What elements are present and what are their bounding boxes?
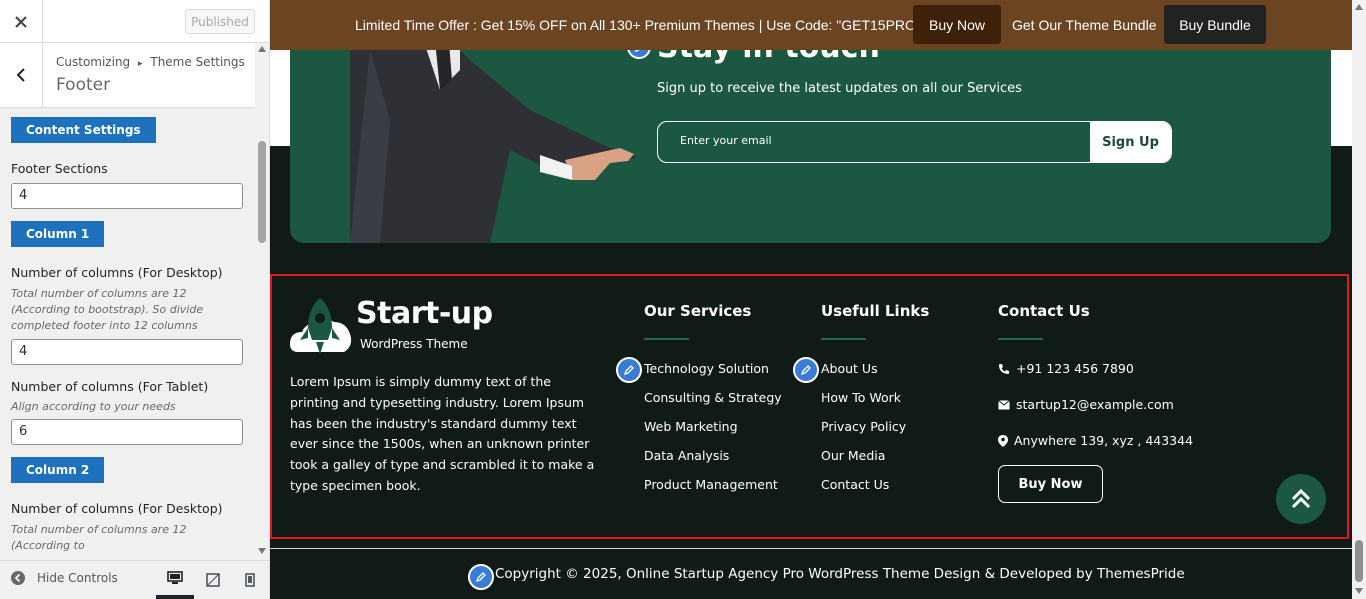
desktop-icon xyxy=(167,571,183,584)
device-tablet-button[interactable] xyxy=(194,561,232,599)
email-input[interactable]: Enter your email xyxy=(680,134,772,147)
location-pin-icon xyxy=(998,434,1008,447)
scroll-down-arrow-icon[interactable] xyxy=(1355,588,1363,594)
mobile-icon xyxy=(245,573,255,587)
tablet-icon xyxy=(206,573,220,587)
footer-link[interactable]: How To Work xyxy=(821,390,901,405)
close-customizer-button[interactable] xyxy=(0,0,43,43)
promo-text: Limited Time Offer : Get 15% OFF on All … xyxy=(355,17,921,33)
sidebar-scrollbar[interactable] xyxy=(255,43,269,560)
promo-bar: Limited Time Offer : Get 15% OFF on All … xyxy=(270,0,1352,50)
newsletter-subheading: Sign up to receive the latest updates on… xyxy=(657,81,1022,96)
scroll-up-arrow-icon[interactable] xyxy=(258,46,266,52)
newsletter-section: Stay in touch Sign up to receive the lat… xyxy=(290,30,1331,243)
device-mobile-button[interactable] xyxy=(231,561,269,599)
content-settings-button[interactable]: Content Settings xyxy=(11,117,156,143)
edit-shortcut-icon[interactable] xyxy=(616,357,642,383)
collapse-arrow-icon xyxy=(11,571,25,585)
copyright-text: Copyright © 2025, Online Startup Agency … xyxy=(495,566,1185,582)
footer-link[interactable]: Privacy Policy xyxy=(821,419,906,434)
envelope-icon xyxy=(998,399,1010,409)
logo-subtitle: WordPress Theme xyxy=(360,337,468,351)
preview-scroll-thumb[interactable] xyxy=(1355,540,1363,582)
footer-link[interactable]: Our Media xyxy=(821,448,885,463)
address-text: Anywhere 139, xyz , 443344 xyxy=(1014,433,1194,448)
footer-about-text: Lorem Ipsum is simply dummy text of the … xyxy=(290,374,595,493)
double-chevron-up-icon xyxy=(1291,488,1311,509)
col1-tablet-input[interactable]: 6 xyxy=(11,419,243,445)
breadcrumb-parent: Theme Settings xyxy=(150,55,245,69)
promo-bundle-text: Get Our Theme Bundle xyxy=(1012,17,1157,33)
section-title: Footer xyxy=(56,75,111,95)
device-desktop-button[interactable] xyxy=(156,561,194,599)
section-header: Customizing ▸ Theme Settings Footer xyxy=(0,43,255,108)
customizer-sidebar: Published Customizing ▸ Theme Settings F… xyxy=(0,0,270,599)
col1-tablet-description: Align according to your needs xyxy=(11,400,176,413)
col1-tablet-label: Number of columns (For Tablet) xyxy=(11,379,209,394)
contact-phone: +91 123 456 7890 xyxy=(998,361,1134,376)
col1-desktop-label: Number of columns (For Desktop) xyxy=(11,265,223,280)
col2-desktop-description: Total number of columns are 12 (Accordin… xyxy=(11,523,187,552)
scroll-down-arrow-icon[interactable] xyxy=(258,548,266,554)
promo-buy-now-button[interactable]: Buy Now xyxy=(913,5,1001,44)
scroll-to-top-button[interactable] xyxy=(1276,474,1326,524)
publish-button[interactable]: Published xyxy=(185,9,255,34)
newsletter-form: Enter your email Sign Up xyxy=(657,121,1172,163)
breadcrumb-separator: ▸ xyxy=(138,59,143,69)
scroll-up-arrow-icon[interactable] xyxy=(1355,4,1363,10)
breadcrumb: Customizing ▸ Theme Settings xyxy=(56,55,245,69)
copyright-bar: Copyright © 2025, Online Startup Agency … xyxy=(270,548,1352,599)
pencil-icon xyxy=(623,365,634,376)
close-icon xyxy=(15,15,27,28)
footer-sections-label: Footer Sections xyxy=(11,161,108,176)
footer-widgets: Start-up WordPress Theme Lorem Ipsum is … xyxy=(270,274,1349,539)
businessman-image xyxy=(350,30,636,243)
pencil-icon xyxy=(800,365,811,376)
sidebar-scroll-thumb[interactable] xyxy=(258,141,266,243)
service-link[interactable]: Product Management xyxy=(644,477,778,492)
column-2-button[interactable]: Column 2 xyxy=(11,457,105,483)
contact-heading: Contact Us xyxy=(998,302,1090,320)
logo-title: Start-up xyxy=(356,296,493,331)
hide-controls-button[interactable]: Hide Controls xyxy=(11,571,118,585)
pencil-icon xyxy=(475,572,486,583)
edit-shortcut-icon[interactable] xyxy=(468,564,494,590)
col1-desktop-input[interactable]: 4 xyxy=(11,339,243,365)
phone-text[interactable]: +91 123 456 7890 xyxy=(1016,361,1134,376)
service-link[interactable]: Technology Solution xyxy=(644,361,769,376)
sign-up-button[interactable]: Sign Up xyxy=(1090,122,1171,162)
footer-link[interactable]: About Us xyxy=(821,361,878,376)
col1-desktop-description: Total number of columns are 12 (Accordin… xyxy=(11,287,204,332)
services-heading: Our Services xyxy=(644,302,752,320)
promo-buy-bundle-button[interactable]: Buy Bundle xyxy=(1164,5,1266,44)
customizer-footer: Hide Controls xyxy=(0,560,269,599)
heading-underline xyxy=(644,338,689,340)
column-1-button[interactable]: Column 1 xyxy=(11,221,105,247)
email-text[interactable]: startup12@example.com xyxy=(1016,397,1174,412)
hide-controls-label: Hide Controls xyxy=(37,571,118,585)
contact-address: Anywhere 139, xyz , 443344 xyxy=(998,433,1193,448)
breadcrumb-root: Customizing xyxy=(56,55,131,69)
customizer-controls: Content Settings Footer Sections 4 Colum… xyxy=(0,109,255,560)
site-preview: Limited Time Offer : Get 15% OFF on All … xyxy=(270,0,1352,599)
service-link[interactable]: Consulting & Strategy xyxy=(644,390,782,405)
service-link[interactable]: Web Marketing xyxy=(644,419,738,434)
chevron-left-icon xyxy=(16,68,25,82)
customizer-header: Published xyxy=(0,0,269,43)
heading-underline xyxy=(998,338,1043,340)
phone-icon xyxy=(999,363,1009,374)
footer-link[interactable]: Contact Us xyxy=(821,477,889,492)
footer-sections-input[interactable]: 4 xyxy=(11,183,243,209)
col2-desktop-label: Number of columns (For Desktop) xyxy=(11,501,223,516)
contact-email: startup12@example.com xyxy=(998,397,1174,412)
back-button[interactable] xyxy=(0,43,43,107)
links-heading: Usefull Links xyxy=(821,302,930,320)
service-link[interactable]: Data Analysis xyxy=(644,448,729,463)
preview-scrollbar[interactable] xyxy=(1352,0,1366,599)
footer-buy-now-button[interactable]: Buy Now xyxy=(998,465,1103,503)
heading-underline xyxy=(821,338,866,340)
edit-shortcut-icon[interactable] xyxy=(793,357,819,383)
